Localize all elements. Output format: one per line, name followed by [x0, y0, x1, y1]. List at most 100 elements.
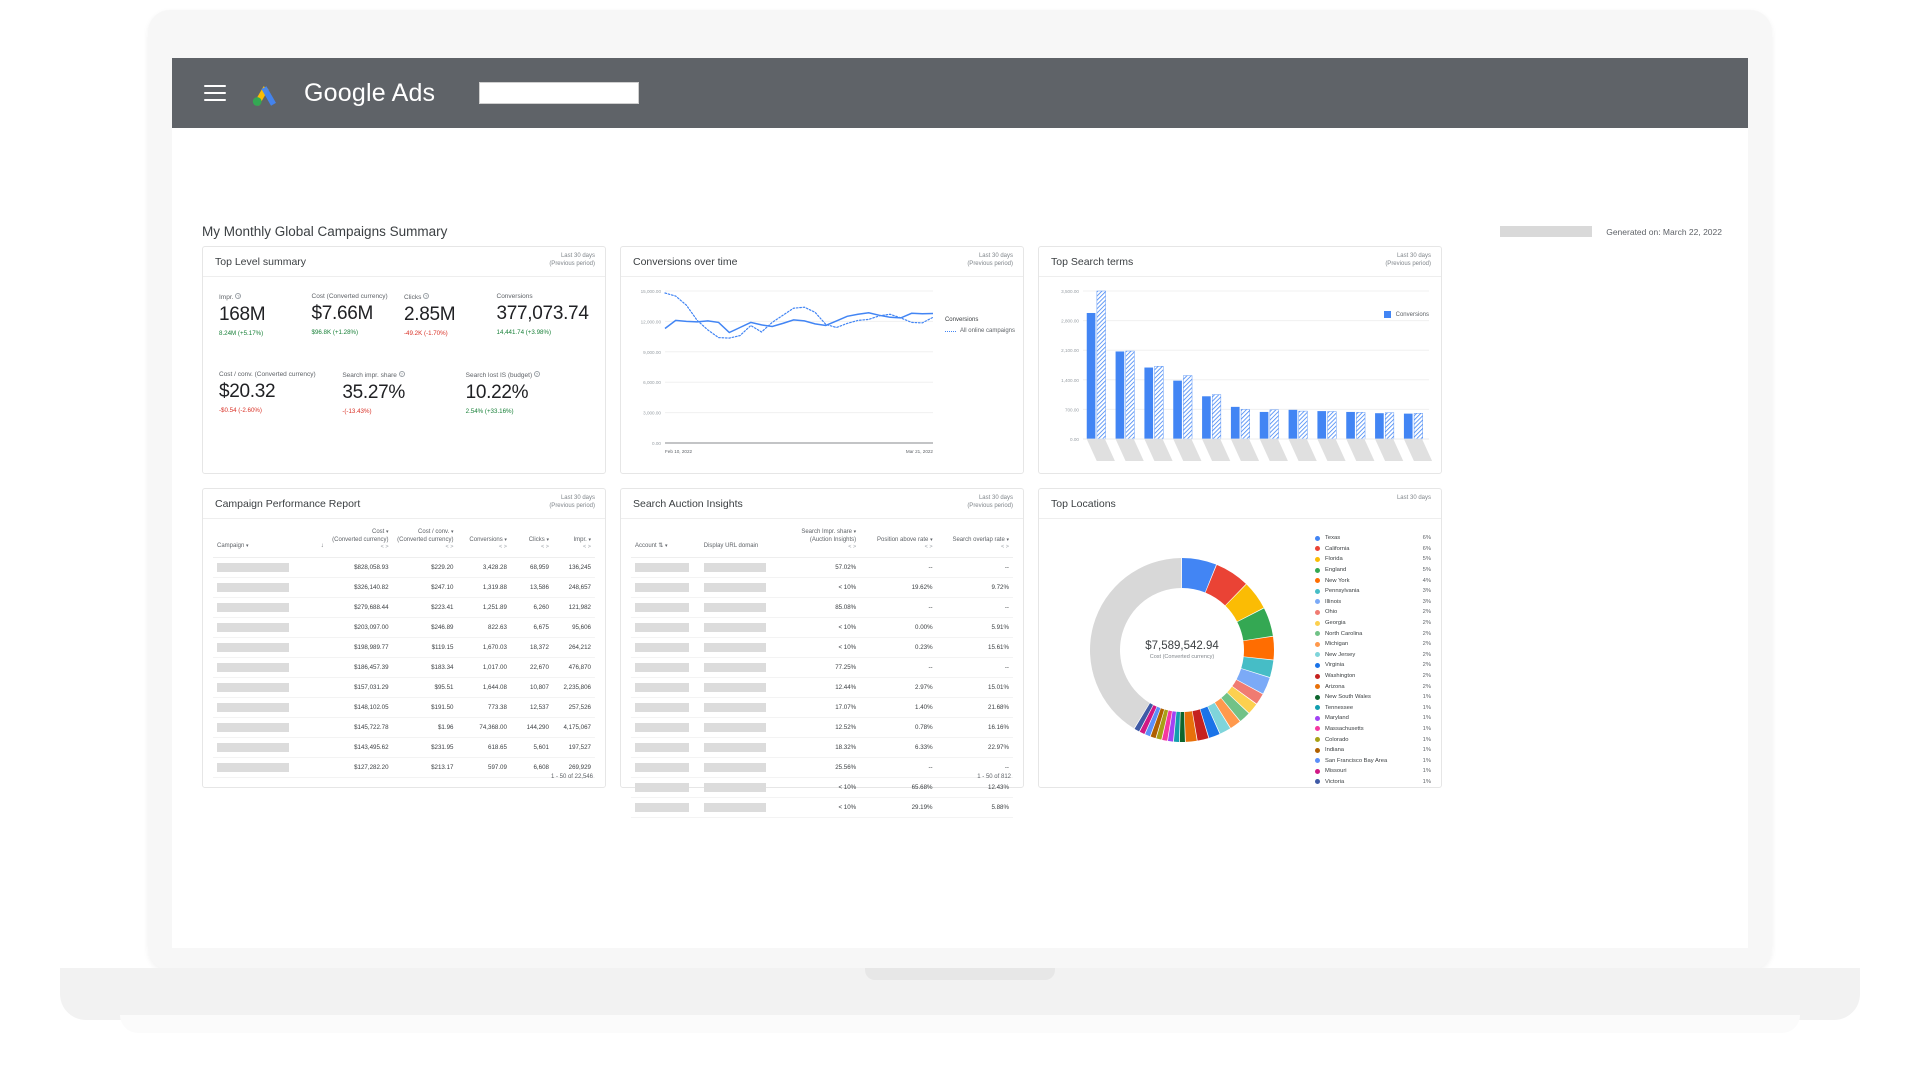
legend-item: New Jersey 2%: [1315, 650, 1431, 661]
legend-color-dot: [1315, 779, 1320, 785]
legend-item: San Francisco Bay Area 1%: [1315, 755, 1431, 766]
column-header-campaign[interactable]: Campaign ▾: [213, 521, 301, 558]
column-header-cost-per-conv[interactable]: Cost / conv. ▾ (Converted currency) < >: [392, 521, 458, 558]
redacted-domain: [703, 762, 766, 772]
table-row[interactable]: < 10% 29.19% 5.88%: [631, 797, 1013, 818]
legend-item-value: 2%: [1422, 651, 1431, 658]
metric-delta: 8.24M (+5.17%): [219, 330, 264, 337]
table-row[interactable]: 85.08% -- --: [631, 597, 1013, 618]
legend-color-dot: [1315, 768, 1320, 774]
table-row[interactable]: 77.25% -- --: [631, 657, 1013, 678]
column-header-impr[interactable]: Impr. ▾ < >: [552, 521, 595, 558]
table-row[interactable]: 57.02% -- --: [631, 557, 1013, 578]
laptop-foot: [120, 1015, 1800, 1033]
redacted-campaign-name: [217, 722, 289, 732]
column-header-clicks[interactable]: Clicks ▾ < >: [510, 521, 553, 558]
legend-item: Arizona 2%: [1315, 681, 1431, 692]
cell-impr: 197,527: [552, 737, 595, 758]
table-row[interactable]: $145,722.78 $1.96 74,368.00 144,290 4,175,06…: [213, 717, 595, 738]
legend-item-label: New Jersey: [1325, 651, 1356, 658]
metric-value: 377,073.74: [496, 303, 589, 324]
metric-label: Cost (Converted currency): [311, 293, 388, 300]
cell-impr: 2,235,806: [552, 677, 595, 698]
cell-search-impr-share: 17.07%: [779, 697, 861, 718]
cell-conversions: 1,319.88: [457, 577, 511, 598]
screenshot-root: Google Ads My Monthly Global Campaigns S…: [0, 0, 1920, 1080]
column-header-search-impr-share[interactable]: Search Impr. share ▾ (Auction Insights) < …: [779, 521, 861, 558]
table-row[interactable]: < 10% 0.23% 15.61%: [631, 637, 1013, 658]
metric-value: $7.66M: [311, 303, 374, 324]
column-header-display-url[interactable]: Display URL domain: [699, 521, 780, 558]
table-row[interactable]: $186,457.39 $183.34 1,017.00 22,670 476,870: [213, 657, 595, 678]
column-header-cost[interactable]: Cost ▾ (Converted currency) < >: [327, 521, 393, 558]
table-row[interactable]: $143,495.62 $231.95 618.65 5,601 197,527: [213, 737, 595, 758]
metric-value: $20.32: [219, 381, 276, 402]
cell-search-overlap-rate: 22.97%: [936, 737, 1013, 758]
cell-position-above-rate: 2.97%: [860, 677, 937, 698]
legend-item-value: 2%: [1422, 683, 1431, 690]
column-header-search-overlap-rate[interactable]: Search overlap rate ▾ < >: [936, 521, 1013, 558]
cell-clicks: 6,608: [510, 757, 553, 778]
table-row[interactable]: 12.44% 2.97% 15.01%: [631, 677, 1013, 698]
column-header-conversions[interactable]: Conversions ▾ < >: [457, 521, 511, 558]
redacted-domain: [703, 582, 766, 592]
legend-item: England 5%: [1315, 565, 1431, 576]
report-header: My Monthly Global Campaigns Summary Gene…: [202, 224, 1722, 239]
legend-item-value: 2%: [1422, 630, 1431, 637]
cell-impr: 476,870: [552, 657, 595, 678]
table-row[interactable]: < 10% 19.62% 9.72%: [631, 577, 1013, 598]
cell-position-above-rate: --: [860, 757, 937, 778]
legend-item-label: England: [1325, 567, 1347, 574]
donut-total-caption: Cost (Converted currency): [1149, 654, 1215, 660]
legend-item-label: Washington: [1325, 673, 1356, 680]
card-top-locations: Top Locations Last 30 days $7,589,542.94: [1038, 488, 1442, 788]
table-row[interactable]: < 10% 65.68% 12.43%: [631, 777, 1013, 798]
svg-text:3,500.00: 3,500.00: [1061, 289, 1079, 294]
table-row[interactable]: 12.52% 0.78% 16.16%: [631, 717, 1013, 738]
search-input[interactable]: [479, 82, 640, 104]
legend-color-dot: [1315, 556, 1320, 562]
table-row[interactable]: $148,102.05 $191.50 773.38 12,537 257,526: [213, 697, 595, 718]
card-title: Top Locations: [1051, 497, 1116, 510]
table-row[interactable]: $203,097.00 $246.89 822.63 6,675 95,606: [213, 617, 595, 638]
legend-item: Maryland 1%: [1315, 713, 1431, 724]
svg-text:Feb 10, 2022: Feb 10, 2022: [665, 449, 693, 454]
column-header-sort[interactable]: ↓: [300, 521, 328, 558]
table-row[interactable]: 18.32% 6.33% 22.97%: [631, 737, 1013, 758]
column-header-account[interactable]: Account ⇅ ▾: [631, 521, 700, 558]
table-container[interactable]: Campaign ▾ ↓ Cost ▾ (Converted currency) < >…: [203, 519, 605, 778]
donut-wrapper: $7,589,542.94 Cost (Converted currency): [1057, 525, 1307, 775]
card-title: Search Auction Insights: [633, 497, 743, 510]
help-icon[interactable]: ?: [235, 293, 242, 299]
table-row[interactable]: 25.56% -- --: [631, 757, 1013, 778]
table-row[interactable]: $279,688.44 $223.41 1,251.89 6,260 121,982: [213, 597, 595, 618]
table-row[interactable]: $198,989.77 $119.15 1,670.03 18,372 264,212: [213, 637, 595, 658]
chart-legend: Conversions All online campaigns: [944, 317, 1015, 334]
cell-search-overlap-rate: 5.91%: [936, 617, 1013, 638]
redacted-campaign-name: [217, 582, 289, 592]
table-row[interactable]: < 10% 0.00% 5.91%: [631, 617, 1013, 638]
redacted-domain: [703, 602, 766, 612]
column-header-position-above-rate[interactable]: Position above rate ▾ < >: [860, 521, 937, 558]
cell-search-impr-share: < 10%: [779, 777, 861, 798]
help-icon[interactable]: ?: [398, 371, 405, 377]
help-icon[interactable]: ?: [423, 293, 430, 299]
table-row[interactable]: $127,282.20 $213.17 597.09 6,608 269,929: [213, 757, 595, 778]
card-header: Top Locations Last 30 days: [1039, 489, 1441, 519]
table-row[interactable]: 17.07% 1.40% 21.68%: [631, 697, 1013, 718]
table-pagination: 1 - 50 of 22,546: [550, 774, 593, 780]
hamburger-icon[interactable]: [204, 85, 226, 101]
table-row[interactable]: $828,058.93 $229.20 3,428.28 68,959 136,245: [213, 557, 595, 578]
help-icon[interactable]: ?: [533, 371, 540, 377]
table-row[interactable]: $326,140.82 $247.10 1,319.88 13,586 248,657: [213, 577, 595, 598]
cell-cost-per-conv: $229.20: [392, 557, 458, 578]
metric-value: 2.85M: [404, 304, 456, 325]
legend-item-label: Missouri: [1325, 768, 1347, 775]
metric-label: Search impr. share ?: [342, 371, 405, 379]
redacted-campaign-name: [217, 702, 289, 712]
cell-clicks: 18,372: [510, 637, 553, 658]
legend-item-label: Pennsylvania: [1325, 588, 1360, 595]
cell-position-above-rate: 6.33%: [860, 737, 937, 758]
table-row[interactable]: $157,031.29 $95.51 1,644.08 10,807 2,235,806: [213, 677, 595, 698]
table-container[interactable]: Account ⇅ ▾ Display URL domain Search Impr…: [621, 519, 1023, 818]
